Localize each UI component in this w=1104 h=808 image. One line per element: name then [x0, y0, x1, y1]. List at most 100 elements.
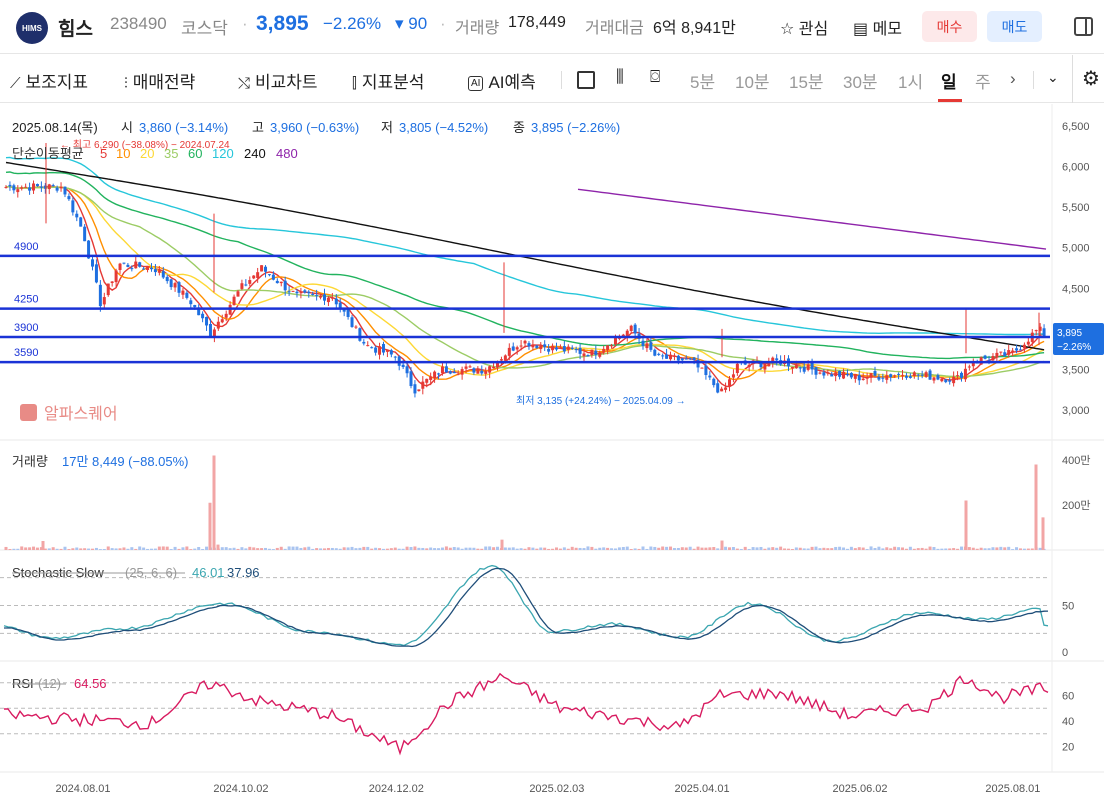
tf-10m[interactable]: 10분	[735, 68, 770, 93]
candle-body	[747, 364, 751, 368]
tf-5m[interactable]: 5분	[690, 68, 715, 93]
sell-button[interactable]: 매도	[987, 11, 1042, 42]
candle-body	[1011, 350, 1015, 352]
candle-body	[12, 185, 16, 191]
volume-bar	[551, 548, 555, 550]
tf-day[interactable]: 일	[941, 68, 957, 93]
candle-search-icon: ⫿	[352, 75, 357, 92]
volume-bar	[425, 548, 429, 550]
ma-legend-item: 240	[244, 146, 266, 161]
volume-bar	[464, 547, 468, 550]
volume-bar	[169, 549, 173, 550]
strategy-icon: ⫶	[124, 75, 128, 92]
candle-body	[653, 349, 657, 356]
stoch-d-line	[4, 567, 1049, 648]
candle-body	[716, 383, 720, 393]
volume-bar	[205, 546, 209, 550]
candle-body	[208, 324, 212, 337]
ma-label: 단순이동평균	[12, 146, 84, 161]
candle-body	[1015, 348, 1019, 351]
aux-indicator-button[interactable]: ⟋ 보조지표	[10, 68, 88, 93]
volume-spike	[964, 500, 968, 550]
x-tick-label: 2025.06.02	[832, 783, 887, 795]
volume-bar	[716, 548, 720, 550]
tf-30m[interactable]: 30분	[843, 68, 878, 93]
gear-icon[interactable]: ⚙	[1082, 66, 1100, 91]
volume-bar	[547, 548, 551, 550]
volume-bar	[307, 546, 311, 550]
candle-body	[1022, 344, 1026, 349]
candle-body	[291, 290, 295, 292]
volume-bar	[385, 548, 389, 550]
candle-type-icon[interactable]: ⫼	[616, 67, 624, 87]
chart-area[interactable]: 4900 4250 3900 3590 6,500 6,000 5,500 5,000 4,5…	[0, 104, 1104, 803]
x-tick-label: 2025.02.03	[529, 783, 584, 795]
amount-label: 거래대금	[585, 20, 644, 37]
candle-body	[114, 270, 118, 283]
volume-bar	[492, 547, 496, 550]
tf-1h[interactable]: 1시	[898, 68, 923, 93]
candle-body	[417, 389, 421, 392]
volume-bar	[1026, 548, 1030, 550]
candle-body	[731, 374, 735, 378]
candle-body	[63, 186, 67, 195]
candle-body	[193, 305, 197, 308]
compare-button[interactable]: ⤭ 비교차트	[238, 68, 318, 93]
camera-icon[interactable]: ⌼	[650, 67, 660, 87]
tf-week[interactable]: 주	[975, 68, 991, 93]
volume-bar	[1022, 548, 1026, 550]
volume-bar	[12, 548, 16, 550]
strategy-button[interactable]: ⫶ 매매전략	[124, 68, 195, 93]
volume-bar	[142, 547, 146, 550]
stock-chart[interactable]: 4900 4250 3900 3590 6,500 6,000 5,500 5,000 4,5…	[0, 104, 1104, 803]
candle-body	[476, 369, 480, 374]
candle-body	[963, 368, 967, 380]
volume-bar	[967, 547, 971, 550]
volume-bar	[102, 548, 106, 550]
volume-bar	[912, 548, 916, 550]
candle-body	[1026, 341, 1030, 345]
candle-body	[912, 372, 916, 376]
ma-legend-item: 20	[140, 146, 154, 161]
volume-bar	[189, 549, 193, 550]
tf-15m[interactable]: 15분	[789, 68, 824, 93]
candle-body	[248, 280, 252, 284]
candle-body	[806, 364, 810, 370]
volume-bar	[122, 547, 126, 550]
volume-bar	[810, 546, 814, 550]
panel-toggle-icon[interactable]	[1074, 17, 1093, 36]
high-label: 고	[252, 120, 264, 135]
low-value: 3,805 (−4.52%)	[399, 120, 488, 135]
ai-predict-button[interactable]: AI AI예측	[468, 68, 536, 93]
volume-bar	[370, 548, 374, 550]
candle-body	[492, 366, 496, 369]
volume-bar	[904, 548, 908, 550]
candle-body	[822, 372, 826, 376]
volume-bar	[153, 548, 157, 550]
candle-body	[484, 371, 488, 374]
analysis-button[interactable]: ⫿ 지표분석	[352, 68, 424, 93]
memo-button[interactable]: ▤ 메모	[853, 15, 902, 39]
watch-button[interactable]: ☆ 관심	[780, 15, 828, 39]
vol-tick-label: 400만	[1062, 454, 1090, 467]
candle-body	[71, 200, 75, 213]
buy-button[interactable]: 매수	[922, 11, 977, 42]
last-price-value: 3,895	[1057, 328, 1082, 339]
candle-body	[429, 376, 433, 380]
chevron-down-icon[interactable]: ⌄	[1047, 69, 1059, 86]
candle-body	[967, 366, 971, 368]
volume-bar	[354, 548, 358, 550]
candle-body	[877, 376, 881, 380]
scroll-right-icon[interactable]: ›	[1010, 69, 1016, 89]
candle-body	[20, 187, 24, 189]
volume-bar	[672, 548, 676, 550]
volume-bar	[146, 548, 150, 550]
volume-bar	[873, 548, 877, 550]
volume-bar	[869, 546, 873, 550]
volume-bar	[75, 547, 79, 550]
volume-bar	[853, 548, 857, 550]
volume-bar	[20, 546, 24, 550]
candle-body	[118, 263, 122, 270]
rsi-value: 64.56	[74, 676, 107, 691]
chart-type-square-icon[interactable]	[577, 71, 595, 89]
